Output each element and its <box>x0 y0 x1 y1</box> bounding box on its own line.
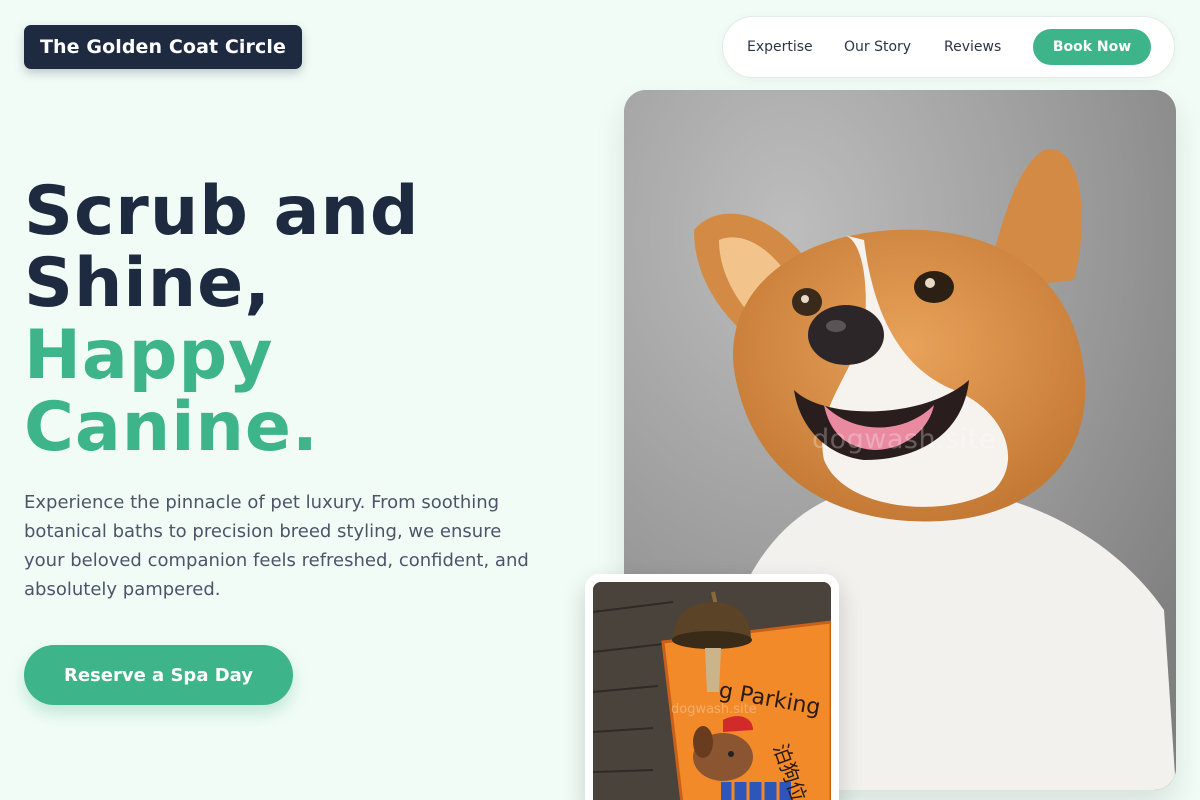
book-now-button[interactable]: Book Now <box>1033 29 1151 65</box>
hero-title-line: Scrub and <box>24 172 420 251</box>
brand-logo[interactable]: The Golden Coat Circle <box>24 25 302 69</box>
dog-parking-illustration: g Parking 泊狗位 <box>593 582 831 800</box>
hero-title-line: Shine, <box>24 244 272 323</box>
nav-link-expertise[interactable]: Expertise <box>747 17 813 77</box>
nav-link-our-story[interactable]: Our Story <box>844 17 911 77</box>
dog-parking-photo-card: g Parking 泊狗位 dogwash.site <box>585 574 839 800</box>
hero-title-highlight: Happy <box>24 316 274 395</box>
landing-page: The Golden Coat Circle Expertise Our Sto… <box>0 0 1200 800</box>
nav-link-reviews[interactable]: Reviews <box>944 17 1001 77</box>
hero-title-highlight: Canine. <box>24 388 319 467</box>
top-nav: Expertise Our Story Reviews Book Now <box>722 16 1175 78</box>
dog-parking-photo: g Parking 泊狗位 dogwash.site <box>593 582 831 800</box>
reserve-spa-day-button[interactable]: Reserve a Spa Day <box>24 645 293 705</box>
hero-title: Scrub and Shine, Happy Canine. <box>24 176 584 464</box>
hero-description: Experience the pinnacle of pet luxury. F… <box>24 492 529 600</box>
